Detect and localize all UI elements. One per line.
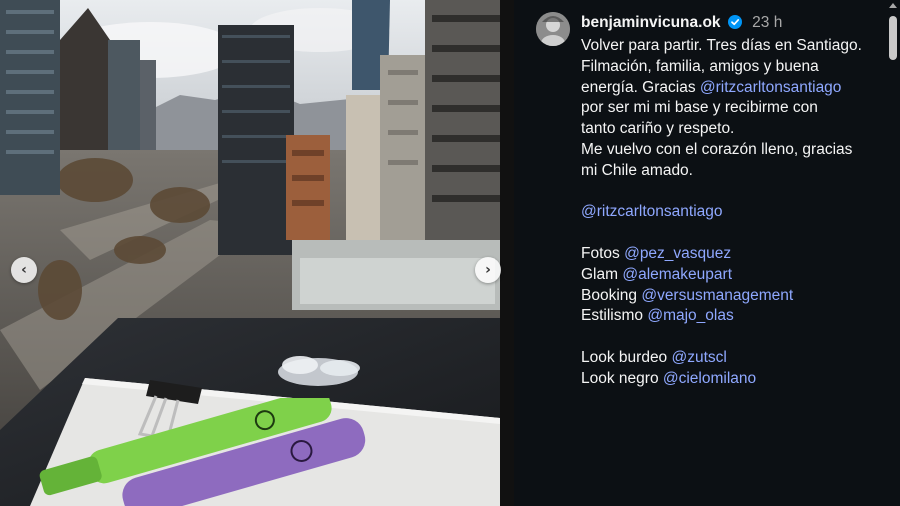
caption-line: Look burdeo @zutscl bbox=[581, 348, 881, 369]
caption-text: por ser mi mi base y recibirme con bbox=[581, 99, 818, 117]
post-caption: Volver para partir. Tres días en Santiag… bbox=[581, 36, 881, 390]
caption-text: Look negro bbox=[581, 369, 663, 387]
profile-photo-icon bbox=[536, 12, 570, 46]
mention-link[interactable]: @majo_olas bbox=[647, 307, 733, 324]
post-photo[interactable]: ‹ › bbox=[0, 0, 514, 506]
post-header: benjaminvicuna.ok 23 h bbox=[581, 13, 782, 32]
caption-line: Fotos @pez_vasquez bbox=[581, 244, 881, 265]
caption-line: energía. Gracias @ritzcarltonsantiago bbox=[581, 78, 881, 99]
caption-line: Look negro @cielomilano bbox=[581, 369, 881, 390]
caption-text: Glam bbox=[581, 265, 623, 283]
caption-line: @ritzcarltonsantiago bbox=[581, 202, 881, 223]
caption-text: Look burdeo bbox=[581, 348, 672, 366]
mention-link[interactable]: @zutscl bbox=[672, 349, 727, 366]
caption-text: Me vuelvo con el corazón lleno, gracias bbox=[581, 140, 853, 158]
caption-text: Volver para partir. Tres días en Santiag… bbox=[581, 37, 862, 54]
caption-line: Filmación, familia, amigos y buena bbox=[581, 57, 881, 78]
caption-line: Glam @alemakeupart bbox=[581, 265, 881, 286]
caption-text: mi Chile amado. bbox=[581, 161, 693, 179]
caption-text: Booking bbox=[581, 286, 642, 304]
carousel-next-button[interactable]: › bbox=[475, 257, 501, 283]
caption-text: Filmación, familia, amigos y buena bbox=[581, 57, 819, 75]
caption-line: Booking @versusmanagement bbox=[581, 286, 881, 307]
chevron-left-icon: ‹ bbox=[21, 262, 27, 278]
caption-text: tanto cariño y respeto. bbox=[581, 120, 735, 138]
caption-text: energía. Gracias bbox=[581, 78, 700, 96]
mention-link[interactable]: @ritzcarltonsantiago bbox=[581, 203, 723, 220]
username-link[interactable]: benjaminvicuna.ok bbox=[581, 14, 721, 31]
caption-line: Volver para partir. Tres días en Santiag… bbox=[581, 36, 881, 57]
scroll-thumb[interactable] bbox=[889, 16, 897, 60]
carousel-prev-button[interactable]: ‹ bbox=[11, 257, 37, 283]
mention-link[interactable]: @alemakeupart bbox=[622, 266, 732, 283]
mention-link[interactable]: @ritzcarltonsantiago bbox=[700, 79, 842, 96]
caption-line: Me vuelvo con el corazón lleno, gracias bbox=[581, 140, 881, 161]
instagram-post-view: ‹ › benjaminvicuna.ok 23 h Volver para p… bbox=[0, 0, 900, 506]
caption-text: Fotos bbox=[581, 244, 625, 262]
mention-link[interactable]: @cielomilano bbox=[663, 370, 756, 387]
caption-line: por ser mi mi base y recibirme con bbox=[581, 98, 881, 119]
caption-line: Estilismo @majo_olas bbox=[581, 306, 881, 327]
mention-link[interactable]: @versusmanagement bbox=[641, 287, 793, 304]
caption-scrollbar[interactable] bbox=[886, 0, 900, 400]
post-time: 23 h bbox=[752, 14, 783, 31]
highlighters bbox=[39, 398, 366, 506]
scroll-up-arrow-icon[interactable] bbox=[889, 3, 897, 8]
caption-panel: benjaminvicuna.ok 23 h Volver para parti… bbox=[514, 0, 900, 506]
verified-badge-icon bbox=[727, 15, 742, 29]
mention-link[interactable]: @pez_vasquez bbox=[624, 245, 731, 262]
avatar[interactable] bbox=[536, 12, 570, 46]
caption-line: tanto cariño y respeto. bbox=[581, 119, 881, 140]
caption-text: Estilismo bbox=[581, 307, 648, 325]
chevron-right-icon: › bbox=[485, 262, 491, 278]
caption-line: mi Chile amado. bbox=[581, 161, 881, 182]
